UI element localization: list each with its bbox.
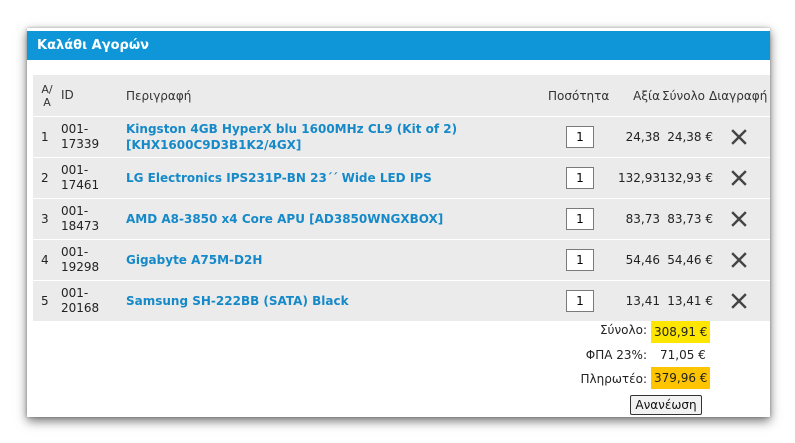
- shopping-cart-panel: Καλάθι Αγορών Α/Α ID Περιγραφή Ποσότητα …: [27, 28, 770, 417]
- row-price: 83,73: [625, 212, 660, 226]
- row-id: 001- 18473: [61, 204, 100, 233]
- delete-button[interactable]: [713, 240, 765, 280]
- row-description: AMD A8-3850 x4 Core APU [AD3850WNGXBOX]: [126, 199, 566, 239]
- row-total: 132,93 €: [659, 171, 713, 185]
- column-header-delete: Διαγραφή: [709, 88, 768, 103]
- product-link[interactable]: LG Electronics IPS231P-BN 23΄΄ Wide LED …: [126, 170, 432, 186]
- row-price: 24,38: [625, 130, 660, 144]
- row-id: 001- 20168: [61, 286, 100, 315]
- column-header-aa: Α/Α: [41, 82, 53, 109]
- row-total: 54,46 €: [667, 253, 713, 267]
- quantity-cell: [545, 117, 615, 157]
- cart-title: Καλάθι Αγορών: [27, 31, 770, 60]
- row-aa: 4: [41, 253, 49, 267]
- close-x-icon[interactable]: [731, 170, 747, 186]
- close-x-icon[interactable]: [731, 129, 747, 145]
- subtotal-row: Σύνολο:: [467, 320, 647, 342]
- quantity-input[interactable]: [566, 167, 594, 189]
- payable-value: 379,96 €: [651, 367, 711, 389]
- subtotal-value: 308,91 €: [651, 321, 711, 343]
- refresh-button[interactable]: Ανανέωση: [630, 395, 702, 415]
- delete-button[interactable]: [713, 281, 765, 321]
- table-row: 5 001- 20168 Samsung SH-222BB (SATA) Blac…: [33, 281, 770, 321]
- quantity-input[interactable]: [566, 290, 594, 312]
- vat-label: ΦΠΑ 23%:: [585, 348, 647, 362]
- quantity-cell: [545, 199, 615, 239]
- close-x-icon[interactable]: [731, 211, 747, 227]
- subtotal-label: Σύνολο:: [599, 323, 647, 337]
- row-description: Kingston 4GB HyperX blu 1600MHz CL9 (Kit…: [126, 117, 566, 157]
- delete-button[interactable]: [713, 158, 765, 198]
- table-row: 1 001- 17339 Kingston 4GB HyperX blu 1600…: [33, 117, 770, 157]
- quantity-input[interactable]: [566, 126, 594, 148]
- delete-button[interactable]: [713, 199, 765, 239]
- row-price: 132,93: [618, 171, 660, 185]
- column-header-description: Περιγραφή: [126, 88, 192, 103]
- row-total: 13,41 €: [667, 294, 713, 308]
- row-id: 001- 19298: [61, 245, 100, 274]
- quantity-cell: [545, 158, 615, 198]
- product-link[interactable]: Gigabyte A75M-D2H: [126, 252, 262, 268]
- row-id: 001- 17461: [61, 163, 100, 192]
- delete-button[interactable]: [713, 117, 765, 157]
- row-aa: 2: [41, 171, 49, 185]
- table-row: 4 001-19298 Gigabyte A75M-D2H 54,46 54,4…: [33, 240, 770, 280]
- table-header-row: Α/Α ID Περιγραφή Ποσότητα Αξία Σύνολο Δι…: [33, 75, 770, 116]
- quantity-cell: [545, 240, 615, 280]
- quantity-input[interactable]: [566, 249, 594, 271]
- payable-row: Πληρωτέο:: [467, 368, 648, 390]
- row-aa: 3: [41, 212, 49, 226]
- row-aa: 5: [41, 294, 49, 308]
- row-description: Gigabyte A75M-D2H: [126, 240, 566, 280]
- row-total: 24,38 €: [667, 130, 713, 144]
- row-description: LG Electronics IPS231P-BN 23΄΄ Wide LED …: [126, 158, 566, 198]
- row-id: 001- 17339: [61, 122, 100, 151]
- table-row: 2 001- 17461 LG Electronics IPS231P-BN 23…: [33, 158, 770, 198]
- close-x-icon[interactable]: [731, 252, 747, 268]
- row-price: 13,41: [625, 294, 660, 308]
- quantity-cell: [545, 281, 615, 321]
- table-row: 3 001- 18473 AMD A8-3850 x4 Core APU [AD3…: [33, 199, 770, 239]
- close-x-icon[interactable]: [731, 293, 747, 309]
- product-link[interactable]: Samsung SH-222BB (SATA) Black: [126, 293, 349, 309]
- vat-value: 71,05 €: [660, 348, 706, 362]
- row-aa: 1: [41, 130, 49, 144]
- product-link[interactable]: AMD A8-3850 x4 Core APU [AD3850WNGXBOX]: [126, 211, 443, 227]
- column-header-price: Αξία: [633, 88, 660, 103]
- row-total: 83,73 €: [667, 212, 713, 226]
- column-header-id: ID: [61, 88, 74, 102]
- row-price: 54,46: [625, 253, 660, 267]
- quantity-input[interactable]: [566, 208, 594, 230]
- column-header-total: Σύνολο: [662, 88, 706, 103]
- row-description: Samsung SH-222BB (SATA) Black: [126, 281, 566, 321]
- vat-row: ΦΠΑ 23%:: [467, 346, 647, 368]
- payable-label: Πληρωτέο:: [580, 372, 648, 386]
- product-link[interactable]: Kingston 4GB HyperX blu 1600MHz CL9 (Kit…: [126, 121, 457, 153]
